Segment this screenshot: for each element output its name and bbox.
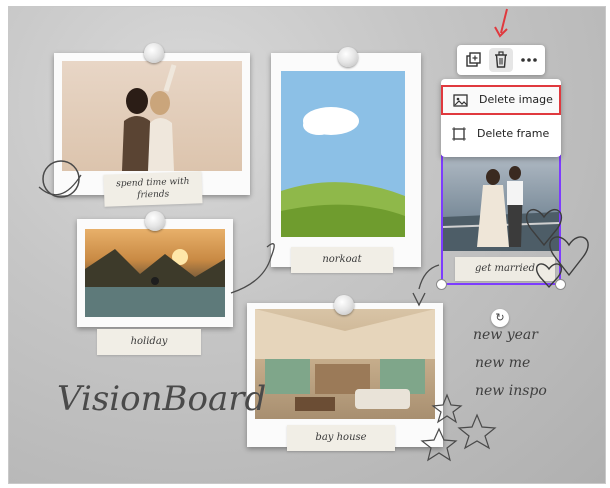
delete-button[interactable]	[489, 48, 513, 72]
board-title: VisionBoard	[57, 379, 266, 419]
slogan-line-2: new me	[475, 355, 530, 371]
image-icon	[453, 94, 468, 107]
slogan-line-3: new inspo	[475, 383, 547, 399]
menu-item-label: Delete frame	[477, 127, 550, 140]
slogan-text: new me	[475, 355, 531, 371]
menu-item-delete-frame[interactable]: Delete frame	[441, 119, 561, 149]
menu-item-label: Delete image	[479, 93, 553, 106]
element-toolbar	[457, 45, 545, 75]
trash-icon	[495, 51, 507, 68]
vision-board-canvas[interactable]: spend time with friends norkoat get marr…	[8, 6, 606, 484]
slogan-line-1: new year	[473, 327, 538, 343]
delete-context-menu: Delete image Delete frame	[441, 79, 561, 157]
rotate-handle[interactable]: ↻	[491, 309, 509, 327]
duplicate-button[interactable]	[461, 48, 485, 72]
rotate-icon: ↻	[495, 311, 505, 324]
menu-item-delete-image[interactable]: Delete image	[441, 85, 561, 115]
frame-icon	[452, 127, 466, 141]
board-title-text: VisionBoard	[57, 379, 267, 419]
slogan-text: new inspo	[475, 383, 547, 399]
duplicate-icon	[466, 52, 481, 67]
more-options-button[interactable]	[517, 48, 541, 72]
more-icon	[521, 58, 537, 62]
slogan-text: new year	[473, 327, 538, 343]
